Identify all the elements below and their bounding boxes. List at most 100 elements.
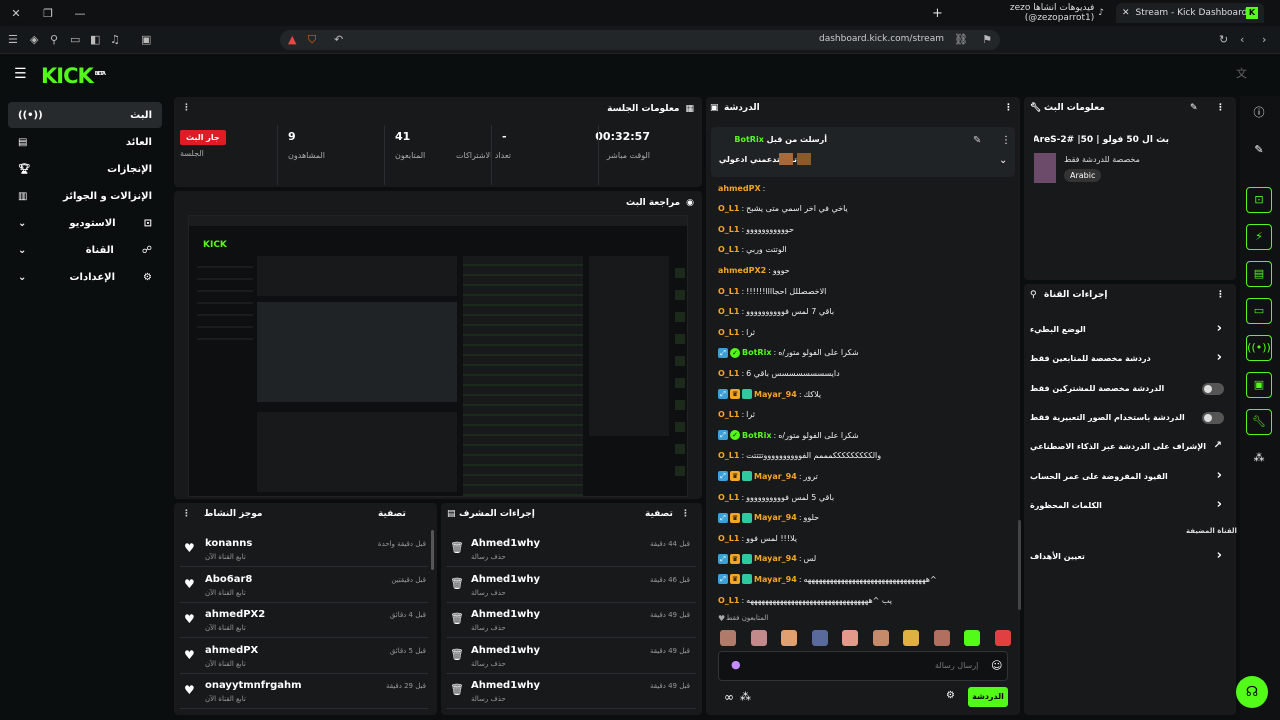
share-button[interactable]: ⁂ bbox=[1246, 446, 1272, 472]
emote-button[interactable] bbox=[720, 630, 736, 646]
channel-action-row[interactable]: الدردشة مخصصة للمشتركين فقط bbox=[1030, 379, 1230, 399]
infinity-icon[interactable]: ∞ bbox=[724, 690, 734, 704]
toggle-switch[interactable] bbox=[1202, 382, 1224, 395]
menu-icon[interactable]: ☰ bbox=[8, 34, 18, 46]
more-options-icon[interactable]: ⋮ bbox=[182, 103, 191, 113]
tabs-icon[interactable]: ▭ bbox=[70, 34, 80, 46]
forward-icon[interactable]: › bbox=[1262, 34, 1266, 46]
mod-action-item[interactable]: 🗑︎ Ahmed1why حذف رسالة قبل 44 دقيقة bbox=[446, 533, 696, 567]
link-icon[interactable]: ⛓ bbox=[954, 34, 968, 46]
chat-message[interactable]: ⤢ ✓ BotRix: شكرا على الفولو متور/ه bbox=[718, 345, 1014, 361]
chat-message[interactable]: O_L1: حووووووووووو bbox=[718, 221, 1014, 237]
sidebar-item-settings[interactable]: ⌄ الإعدادات ⚙ bbox=[8, 264, 162, 290]
chat-username[interactable]: O_L1 bbox=[718, 307, 739, 316]
emote-button[interactable] bbox=[750, 630, 767, 646]
chat-username[interactable]: O_L1 bbox=[718, 204, 739, 213]
channel-action-row[interactable]: الوضع البطيء › bbox=[1030, 320, 1230, 340]
chat-message[interactable]: ahmedPX2: حووو bbox=[718, 262, 1014, 278]
channel-action-row[interactable]: الدردشة باستخدام الصور التعبيرية فقط bbox=[1030, 408, 1230, 428]
bolt-button[interactable]: ⚡︎ bbox=[1246, 224, 1272, 250]
chat-username[interactable]: Mayar_94 bbox=[754, 554, 797, 563]
tab-tiktok[interactable]: ♪ فيديوهات أنشأها zezo (@zezoparrot1) bbox=[958, 3, 1108, 23]
emote-button[interactable] bbox=[903, 630, 919, 646]
chevron-right-icon[interactable]: › bbox=[1217, 468, 1222, 483]
shield-icon[interactable]: ◈ bbox=[30, 34, 38, 46]
chat-message[interactable]: ahmedPX: bbox=[718, 180, 1014, 196]
chat-message[interactable]: ⤢ ♛ Mayar_94: لس bbox=[718, 551, 1014, 567]
chat-username[interactable]: O_L1 bbox=[718, 369, 739, 378]
chat-message[interactable]: O_L1: يلا!!! لمس فوو bbox=[718, 530, 1014, 546]
chevron-right-icon[interactable]: › bbox=[1217, 548, 1222, 563]
back-share-icon[interactable]: ↶ bbox=[334, 34, 343, 46]
activity-item[interactable]: ♥ ahmedPX2 تابع القناة الآن قبل 4 دقائق bbox=[180, 604, 428, 638]
chat-username[interactable]: O_L1 bbox=[718, 493, 739, 502]
toggle-switch[interactable] bbox=[1202, 411, 1224, 424]
mic-icon[interactable]: ● bbox=[731, 658, 741, 671]
stream-preview-video[interactable]: KICK bbox=[188, 215, 688, 497]
chat-username[interactable]: Mayar_94 bbox=[754, 390, 797, 399]
url-field[interactable]: ▲ ⛉ ↶ dashboard.kick.com/stream ⛓ ⚑ bbox=[280, 30, 1000, 50]
chat-username[interactable]: BotRix bbox=[742, 431, 771, 440]
emote-button[interactable] bbox=[781, 630, 797, 646]
chat-message[interactable]: O_L1: الوتتت وربي bbox=[718, 242, 1014, 258]
activity-item[interactable]: ♥ onayytmnfrgahm تابع القناة الآن قبل 29 دق… bbox=[180, 675, 428, 709]
chat-username[interactable]: O_L1 bbox=[718, 287, 739, 296]
sidebar-icon[interactable]: ◧ bbox=[90, 34, 100, 46]
studio-button[interactable]: ⊡ bbox=[1246, 187, 1272, 213]
chat-username[interactable]: Mayar_94 bbox=[754, 472, 797, 481]
chat-message[interactable]: O_L1: دايسسسسسسسس باقي 6 bbox=[718, 365, 1014, 381]
chat-input[interactable]: ☺ إرسال رسالة ● bbox=[718, 651, 1008, 681]
chat-username[interactable]: O_L1 bbox=[718, 534, 739, 543]
chevron-right-icon[interactable]: › bbox=[1217, 321, 1222, 336]
hamburger-icon[interactable]: ☰ bbox=[14, 67, 27, 81]
chat-username[interactable]: Mayar_94 bbox=[754, 575, 797, 584]
chevron-right-icon[interactable]: › bbox=[1217, 350, 1222, 365]
chat-username[interactable]: O_L1 bbox=[718, 410, 739, 419]
set-goals-row[interactable]: تعيين الأهداف › bbox=[1030, 547, 1230, 567]
external-link-icon[interactable]: ↗ bbox=[1214, 440, 1222, 451]
close-tab-icon[interactable]: ✕ bbox=[1122, 8, 1130, 18]
sidebar-item-channel[interactable]: ⌄ القناة ☍ bbox=[8, 237, 162, 263]
filter-button[interactable]: تصفية bbox=[645, 509, 673, 519]
emoji-icon[interactable]: ☺ bbox=[991, 659, 1002, 672]
channel-action-row[interactable]: القيود المفروضة على عمر الحساب › bbox=[1030, 467, 1230, 487]
mod-action-item[interactable]: 🗑︎ Ahmed1why حذف رسالة قبل 46 دقيقة bbox=[446, 569, 696, 603]
emote-button[interactable] bbox=[872, 630, 889, 646]
chevron-right-icon[interactable]: › bbox=[1217, 497, 1222, 512]
minimize-window-icon[interactable]: — bbox=[64, 7, 96, 20]
reload-icon[interactable]: ↻ bbox=[1219, 34, 1228, 46]
sidebar-item-broadcast[interactable]: ((•)) البث bbox=[8, 102, 162, 128]
activity-item[interactable]: ♥ ahmedPX تابع القناة الآن قبل 5 دقائق bbox=[180, 640, 428, 674]
chevron-down-icon[interactable]: ⌄ bbox=[999, 155, 1007, 166]
kick-logo[interactable]: KICK BETA bbox=[41, 64, 106, 88]
activity-scrollbar[interactable] bbox=[431, 530, 434, 570]
chat-username[interactable]: O_L1 bbox=[718, 451, 739, 460]
sidebar-item-drops[interactable]: ▥ الإنزالات و الجوائز bbox=[8, 183, 162, 209]
sidebar-item-revenue[interactable]: ▤ العائد bbox=[8, 129, 162, 155]
chat-username[interactable]: ahmedPX2 bbox=[718, 266, 766, 275]
emote-button[interactable] bbox=[964, 630, 980, 646]
emote-button[interactable] bbox=[811, 630, 828, 646]
mod-action-item[interactable]: 🗑︎ Ahmed1why حذف رسالة قبل 49 دقيقة bbox=[446, 604, 696, 638]
maximize-window-icon[interactable]: ❐ bbox=[32, 7, 64, 20]
pinned-message[interactable]: ✎ ⋮ ⌄ أرسلت من قبل BotRix تبي تدعمني ادع… bbox=[711, 127, 1015, 177]
document-button[interactable]: ▤ bbox=[1246, 261, 1272, 287]
new-tab-button[interactable]: + bbox=[932, 3, 943, 23]
music-icon[interactable]: ♫ bbox=[110, 34, 120, 46]
chat-message[interactable]: O_L1: ثرا bbox=[718, 407, 1014, 423]
bookmark-icon[interactable]: ⚑ bbox=[982, 34, 992, 46]
chat-message[interactable]: O_L1: الاخصصللل احجاااا!!!!!! bbox=[718, 283, 1014, 299]
chat-scrollbar[interactable] bbox=[1018, 520, 1021, 610]
close-window-icon[interactable]: ✕ bbox=[0, 7, 32, 20]
brave-shield-icon[interactable]: ⛉ bbox=[308, 34, 316, 46]
chat-message[interactable]: O_L1: يب ^هههههههههههههههههههههههههههههه… bbox=[718, 592, 1014, 608]
mod-action-item[interactable]: 🗑︎ Ahmed1why حذف رسالة قبل 49 دقيقة bbox=[446, 675, 696, 709]
sidebar-item-studio[interactable]: ⌄ الاستوديو ⊡ bbox=[8, 210, 162, 236]
layers-button[interactable]: ▣ bbox=[1246, 372, 1272, 398]
edit-icon[interactable]: ✎ bbox=[1190, 103, 1198, 113]
more-options-icon[interactable]: ⋮ bbox=[681, 509, 690, 519]
support-button[interactable]: ☊ bbox=[1236, 676, 1268, 708]
broadcast-button[interactable]: ((•)) bbox=[1246, 335, 1272, 361]
chat-username[interactable]: O_L1 bbox=[718, 225, 739, 234]
channel-action-row[interactable]: دردشة مخصصة للمتابعين فقط › bbox=[1030, 349, 1230, 369]
